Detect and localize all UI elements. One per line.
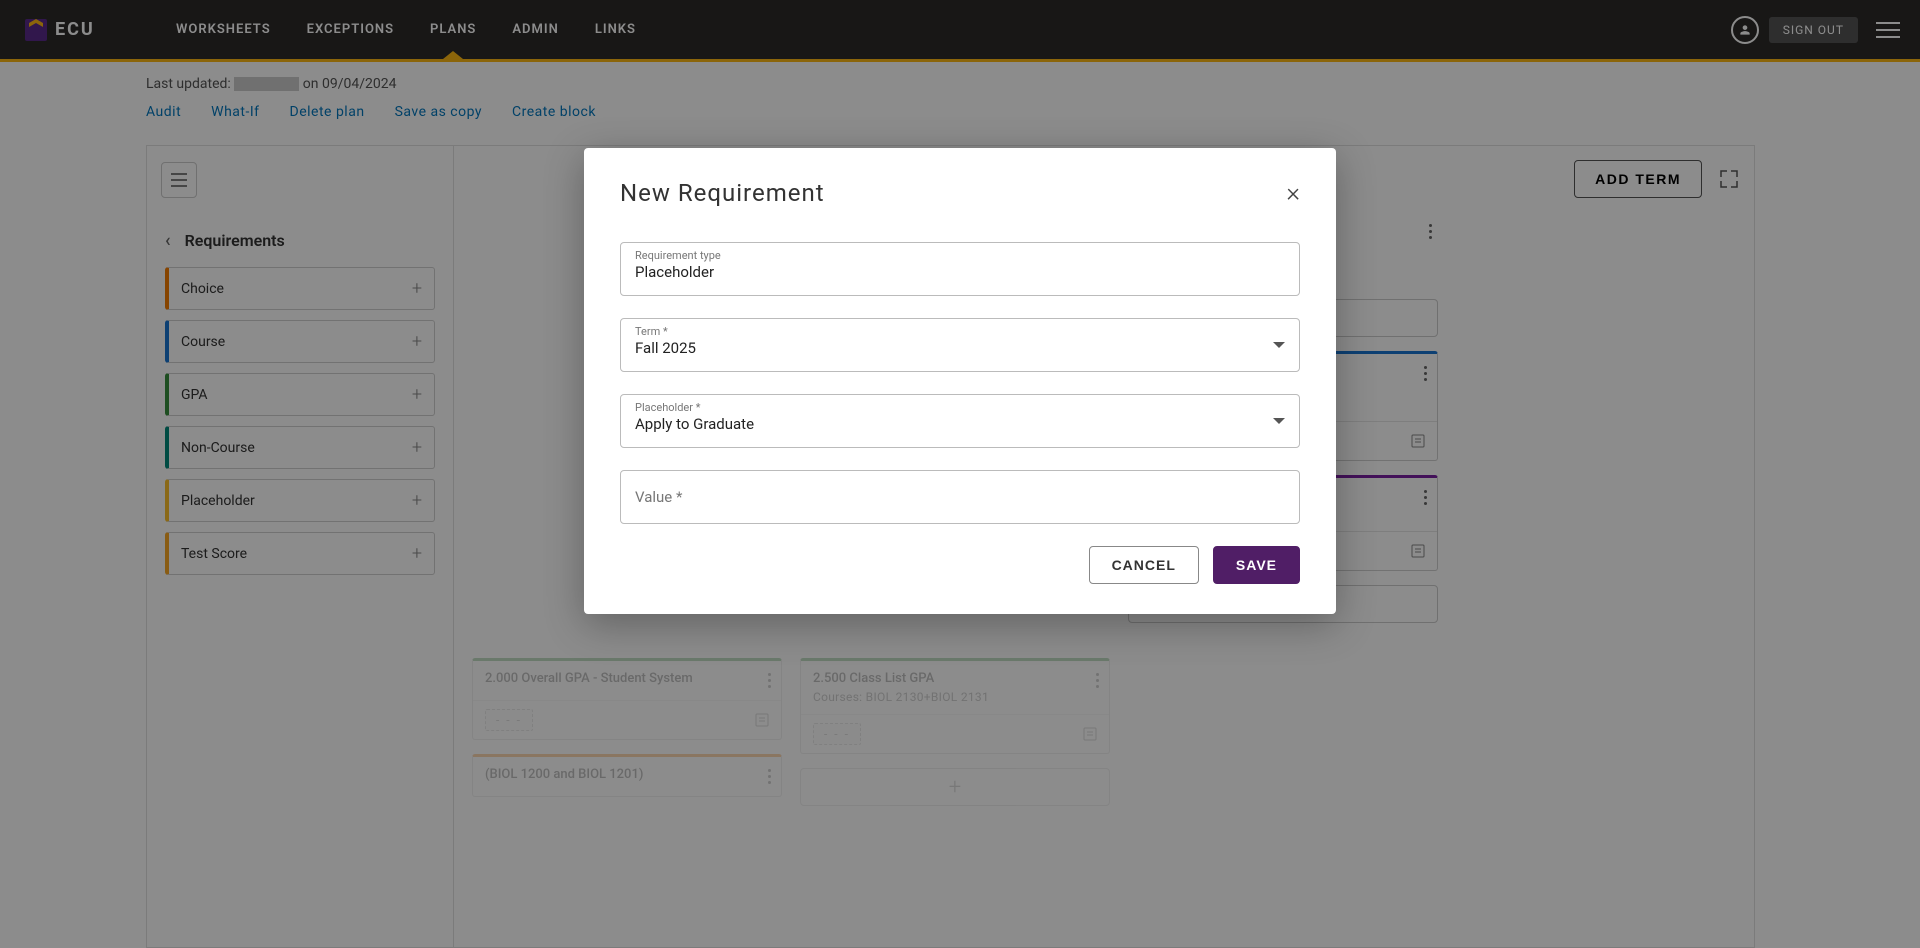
chevron-down-icon: [1273, 418, 1285, 424]
new-requirement-modal: New Requirement × Requirement type Place…: [584, 148, 1336, 614]
field-requirement-type[interactable]: Requirement type Placeholder: [620, 242, 1300, 296]
field-label: Value *: [635, 488, 682, 506]
field-term[interactable]: Term * Fall 2025: [620, 318, 1300, 372]
field-value: Fall 2025: [635, 339, 1285, 357]
field-label: Placeholder *: [635, 401, 700, 414]
field-placeholder[interactable]: Placeholder * Apply to Graduate: [620, 394, 1300, 448]
field-label: Term *: [635, 325, 668, 338]
modal-overlay: New Requirement × Requirement type Place…: [0, 0, 1920, 948]
save-button[interactable]: SAVE: [1213, 546, 1300, 584]
chevron-down-icon: [1273, 342, 1285, 348]
close-icon[interactable]: ×: [1286, 178, 1300, 208]
field-value[interactable]: Value *: [620, 470, 1300, 524]
cancel-button[interactable]: CANCEL: [1089, 546, 1199, 584]
field-value: Placeholder: [635, 263, 1285, 281]
field-label: Requirement type: [635, 249, 721, 262]
modal-title: New Requirement: [620, 179, 825, 207]
field-value: Apply to Graduate: [635, 415, 1285, 433]
